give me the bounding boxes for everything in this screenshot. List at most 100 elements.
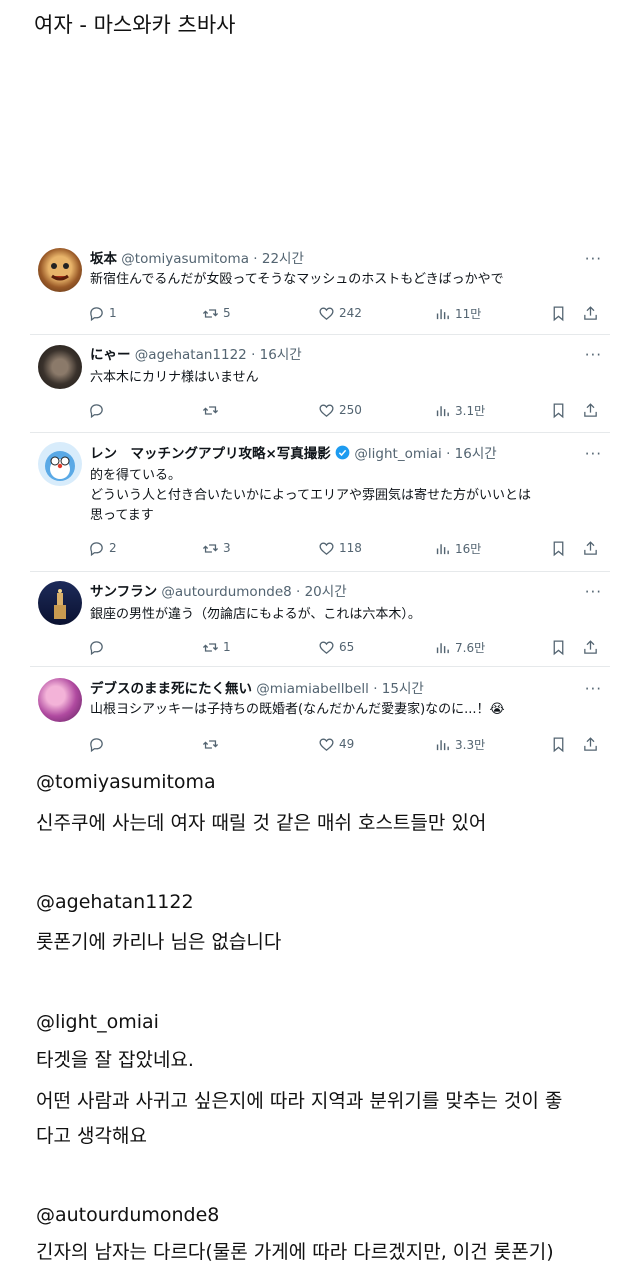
reply-icon (90, 737, 103, 752)
reply-button[interactable]: 1 (88, 302, 117, 324)
display-name[interactable]: デブスのまま死にたく無い (90, 681, 252, 697)
avatar[interactable] (38, 581, 82, 625)
avatar[interactable] (38, 345, 82, 389)
view-count: 3.1만 (455, 403, 486, 418)
tweet[interactable]: レン マッチングアプリ攻略×写真撮影 @light_omiai · 16시간 ·… (30, 434, 610, 570)
translation-text: 어떤 사람과 사귀고 싶은지에 따라 지역과 분위기를 맞추는 것이 좋 (36, 1090, 563, 1112)
tweet-actions: 49 3.3만 (88, 733, 600, 755)
like-button[interactable]: 49 (318, 733, 354, 755)
timestamp[interactable]: · 20시간 (296, 584, 347, 600)
like-count: 250 (339, 403, 362, 417)
avatar[interactable] (38, 678, 82, 722)
display-name[interactable]: にゃー (90, 347, 131, 363)
retweet-button[interactable]: 5 (202, 302, 231, 324)
translation-handle: @light_omiai (36, 1011, 159, 1033)
translation-handle: @agehatan1122 (36, 891, 194, 913)
share-button[interactable] (582, 537, 599, 559)
display-name[interactable]: レン マッチングアプリ攻略×写真撮影 (90, 446, 331, 462)
more-icon[interactable]: ··· (585, 447, 602, 462)
handle[interactable]: @autourdumonde8 (161, 584, 291, 600)
tweet-body: 山根ヨシアッキーは子持ちの既婚者(なんだかんだ愛妻家)なのに...！😭 (90, 700, 600, 720)
retweet-icon (202, 405, 219, 415)
reply-button[interactable] (88, 733, 109, 755)
retweet-icon (202, 543, 219, 553)
like-count: 49 (339, 737, 355, 751)
more-icon[interactable]: ··· (585, 682, 602, 697)
tweet-actions: 1 65 7.6만 (88, 636, 600, 658)
divider (30, 666, 610, 667)
handle[interactable]: @miamiabellbell (256, 681, 369, 697)
bookmark-icon (553, 736, 564, 752)
avatar[interactable] (38, 442, 82, 486)
tweet[interactable]: にゃー @agehatan1122 · 16시간 ··· 六本木にカリナ様はいま… (30, 336, 610, 432)
retweet-count: 5 (223, 306, 231, 320)
like-icon (319, 542, 334, 555)
views-button[interactable]: 11만 (434, 302, 481, 324)
views-icon (436, 308, 449, 319)
divider (30, 571, 610, 572)
views-button[interactable]: 16만 (434, 537, 481, 559)
reply-button[interactable]: 2 (88, 537, 117, 559)
tweet[interactable]: サンフラン @autourdumonde8 · 20시간 ··· 銀座の男性が違… (30, 573, 610, 665)
like-button[interactable]: 242 (318, 302, 362, 324)
bookmark-button[interactable] (550, 399, 567, 421)
like-button[interactable]: 65 (318, 636, 354, 658)
share-button[interactable] (582, 636, 599, 658)
tweet-body: 銀座の男性が違う（勿論店にもよるが、これは六本木）。 (90, 605, 600, 625)
translation-text: 타겟을 잘 잡았네요. (36, 1049, 194, 1071)
tweet-text-line: 六本木にカリナ様はいません (90, 370, 259, 385)
share-icon (584, 736, 597, 751)
display-name[interactable]: サンフラン (90, 584, 157, 600)
retweet-button[interactable] (202, 733, 223, 755)
bookmark-button[interactable] (550, 537, 567, 559)
share-icon (584, 639, 597, 654)
reply-icon (90, 403, 103, 418)
like-icon (319, 307, 334, 320)
bookmark-button[interactable] (550, 733, 567, 755)
handle[interactable]: @tomiyasumitoma (121, 251, 249, 267)
reply-icon (90, 640, 103, 655)
bookmark-button[interactable] (550, 302, 567, 324)
timestamp[interactable]: · 22시간 (253, 251, 304, 267)
views-button[interactable]: 3.3만 (434, 733, 485, 755)
like-icon (319, 738, 334, 751)
more-icon[interactable]: ··· (585, 585, 602, 600)
timestamp[interactable]: · 16시간 (446, 446, 497, 462)
timestamp[interactable]: · 16시간 (251, 347, 302, 363)
tweet-text-line: 的を得ている。 (90, 468, 182, 483)
retweet-button[interactable]: 3 (202, 537, 231, 559)
more-icon[interactable]: ··· (585, 252, 602, 267)
verified-badge-icon (335, 445, 350, 460)
like-button[interactable]: 118 (318, 537, 362, 559)
translation-text: 신주쿠에 사는데 여자 때릴 것 같은 매쉬 호스트들만 있어 (36, 812, 487, 834)
bookmark-button[interactable] (550, 636, 567, 658)
bookmark-icon (553, 305, 564, 321)
translation-handle: @autourdumonde8 (36, 1204, 220, 1226)
timestamp[interactable]: · 15시간 (373, 681, 424, 697)
share-button[interactable] (582, 302, 599, 324)
retweet-button[interactable] (202, 399, 223, 421)
tweet-body: 的を得ている。 どういう人と付き合いたいかによってエリアや雰囲気は寄せた方がいい… (90, 466, 600, 526)
views-button[interactable]: 3.1만 (434, 399, 485, 421)
tweet-actions: 250 3.1만 (88, 399, 600, 421)
tweet-text-line: 新宿住んでるんだが女殴ってそうなマッシュのホストもどきばっかやで (90, 272, 504, 287)
tweet[interactable]: デブスのまま死にたく無い @miamiabellbell · 15시간 ··· … (30, 668, 610, 760)
handle[interactable]: @light_omiai (354, 446, 441, 462)
handle[interactable]: @agehatan1122 (135, 347, 247, 363)
tweet-text-line: 山根ヨシアッキーは子持ちの既婚者(なんだかんだ愛妻家)なのに...！😭 (90, 702, 505, 717)
avatar[interactable] (38, 248, 82, 292)
more-icon[interactable]: ··· (585, 348, 602, 363)
like-button[interactable]: 250 (318, 399, 362, 421)
reply-button[interactable] (88, 636, 109, 658)
reply-button[interactable] (88, 399, 109, 421)
reply-icon (90, 306, 103, 321)
display-name[interactable]: 坂本 (90, 251, 117, 267)
share-button[interactable] (582, 399, 599, 421)
retweet-button[interactable]: 1 (202, 636, 231, 658)
like-icon (319, 404, 334, 417)
like-count: 118 (339, 541, 362, 555)
tweet[interactable]: 坂本 @tomiyasumitoma · 22시간 ··· 新宿住んでるんだが女… (30, 240, 610, 332)
views-icon (436, 543, 449, 554)
share-button[interactable] (582, 733, 599, 755)
views-button[interactable]: 7.6만 (434, 636, 485, 658)
